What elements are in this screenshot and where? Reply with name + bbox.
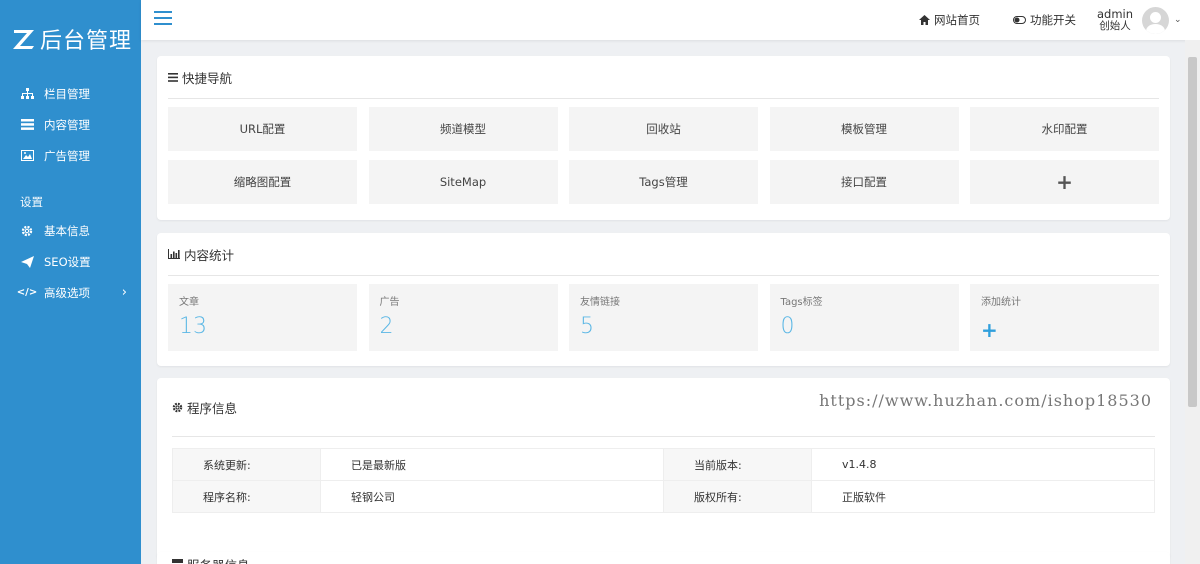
scrollbar[interactable] xyxy=(1185,40,1200,564)
stats-grid: 文章 13 广告 2 友情链接 5 Tags标签 0 添加统计 + xyxy=(168,284,1159,351)
sidebar-item-basic-info[interactable]: 基本信息 xyxy=(0,215,141,246)
plus-icon: + xyxy=(981,318,998,342)
quick-channel-model-button[interactable]: 频道模型 xyxy=(368,107,558,151)
stat-label: Tags标签 xyxy=(780,297,823,308)
server-info-title-label: 服务器信息 xyxy=(187,555,250,564)
toggle-icon xyxy=(1013,16,1026,24)
sidebar-item-content[interactable]: 内容管理 xyxy=(0,109,141,140)
stat-value: 13 xyxy=(179,314,207,339)
divider xyxy=(172,436,1155,437)
stat-label: 文章 xyxy=(179,297,199,308)
sidebar-item-label: 栏目管理 xyxy=(44,86,90,101)
stat-card-links[interactable]: 友情链接 5 xyxy=(569,284,758,351)
stats-panel: 内容统计 文章 13 广告 2 友情链接 5 Tags标签 0 添加统计 + xyxy=(157,233,1170,366)
quick-nav-title-label: 快捷导航 xyxy=(182,70,233,86)
quick-nav-grid: URL配置 频道模型 回收站 模板管理 水印配置 缩略图配置 SiteMap T… xyxy=(168,107,1159,204)
stat-label: 添加统计 xyxy=(981,297,1021,308)
user-menu[interactable]: admin 创始人 xyxy=(1097,8,1133,32)
stat-card-articles[interactable]: 文章 13 xyxy=(168,284,357,351)
server-info-panel: 服务器信息 xyxy=(157,552,1170,564)
stat-value: 2 xyxy=(379,314,394,339)
home-link-label: 网站首页 xyxy=(934,13,980,27)
sidebar-item-label: 内容管理 xyxy=(44,117,90,132)
menu-toggle-icon[interactable] xyxy=(154,11,172,25)
info-value: 正版软件 xyxy=(811,480,1155,513)
stat-value: 5 xyxy=(580,314,594,339)
quick-url-config-button[interactable]: URL配置 xyxy=(168,107,357,151)
bars-icon xyxy=(168,72,178,82)
quick-template-button[interactable]: 模板管理 xyxy=(769,107,959,151)
scrollbar-thumb[interactable] xyxy=(1188,57,1197,407)
bar-chart-icon xyxy=(168,249,180,259)
info-key: 系统更新: xyxy=(172,448,321,481)
table-row: 程序名称: 轻钢公司 版权所有: 正版软件 xyxy=(172,480,1155,513)
list-icon xyxy=(20,118,34,132)
stat-label: 友情链接 xyxy=(580,297,620,308)
sidebar-item-advanced[interactable]: </> 高级选项 › xyxy=(0,277,141,308)
avatar[interactable] xyxy=(1142,7,1169,34)
logo[interactable]: 后台管理 xyxy=(0,0,141,78)
gear-icon xyxy=(20,224,34,238)
home-link[interactable]: 网站首页 xyxy=(919,12,980,28)
stats-title: 内容统计 xyxy=(157,233,1159,275)
sidebar-item-label: 广告管理 xyxy=(44,148,90,163)
plus-icon: + xyxy=(1056,170,1073,194)
sidebar-item-label: SEO设置 xyxy=(44,254,91,269)
server-icon xyxy=(172,559,183,564)
quick-add-button[interactable]: + xyxy=(970,160,1159,204)
chevron-right-icon: › xyxy=(121,285,127,300)
program-info-table: 系统更新: 已是最新版 当前版本: v1.4.8 程序名称: 轻钢公司 版权所有… xyxy=(172,448,1155,513)
quick-watermark-button[interactable]: 水印配置 xyxy=(970,107,1159,151)
sidebar-item-label: 基本信息 xyxy=(44,223,90,238)
feature-toggle-label: 功能开关 xyxy=(1030,13,1076,27)
code-icon: </> xyxy=(16,287,38,298)
top-header: 网站首页 功能开关 admin 创始人 ⌄ xyxy=(141,0,1200,40)
info-key: 当前版本: xyxy=(663,448,812,481)
quick-api-config-button[interactable]: 接口配置 xyxy=(769,160,959,204)
quick-nav-panel: 快捷导航 URL配置 频道模型 回收站 模板管理 水印配置 缩略图配置 Site… xyxy=(157,56,1170,220)
table-row: 系统更新: 已是最新版 当前版本: v1.4.8 xyxy=(172,448,1155,481)
info-value: 轻钢公司 xyxy=(320,480,664,513)
stats-title-label: 内容统计 xyxy=(184,247,235,263)
stat-card-ads[interactable]: 广告 2 xyxy=(368,284,558,351)
quick-nav-title: 快捷导航 xyxy=(157,56,1159,98)
info-value: v1.4.8 xyxy=(811,448,1155,481)
logo-text: 后台管理 xyxy=(40,29,133,54)
stat-label: 广告 xyxy=(379,297,400,308)
stat-value: 0 xyxy=(780,314,795,339)
sidebar-item-label: 高级选项 xyxy=(44,285,90,300)
quick-sitemap-button[interactable]: SiteMap xyxy=(368,160,558,204)
stat-card-tags[interactable]: Tags标签 0 xyxy=(769,284,959,351)
feature-toggle-link[interactable]: 功能开关 xyxy=(1013,12,1076,28)
chevron-down-icon[interactable]: ⌄ xyxy=(1174,15,1182,25)
sidebar-section-settings: 设置 xyxy=(20,195,43,209)
gear-icon xyxy=(172,402,183,413)
info-value: 已是最新版 xyxy=(320,448,664,481)
info-key: 程序名称: xyxy=(172,480,321,513)
info-key: 版权所有: xyxy=(663,480,812,513)
program-info-title-label: 程序信息 xyxy=(187,400,238,416)
quick-recycle-bin-button[interactable]: 回收站 xyxy=(569,107,758,151)
user-name: admin xyxy=(1097,7,1134,21)
divider xyxy=(168,98,1159,99)
quick-thumbnail-button[interactable]: 缩略图配置 xyxy=(168,160,357,204)
sidebar-item-seo[interactable]: SEO设置 xyxy=(0,246,141,277)
sitemap-icon xyxy=(20,87,34,101)
paper-plane-icon xyxy=(20,255,34,269)
quick-tags-button[interactable]: Tags管理 xyxy=(569,160,758,204)
user-role: 创始人 xyxy=(1099,20,1131,32)
sidebar-item-columns[interactable]: 栏目管理 xyxy=(0,78,141,109)
sidebar-item-ads[interactable]: 广告管理 xyxy=(0,140,141,171)
image-icon xyxy=(20,149,34,163)
program-info-panel: 程序信息 https://www.huzhan.com/ishop18530 系… xyxy=(157,378,1170,558)
stat-card-add[interactable]: 添加统计 + xyxy=(970,284,1159,351)
sidebar: 后台管理 栏目管理 内容管理 广告管理 设置 基本信息 SEO设置 </> 高级… xyxy=(0,0,141,564)
divider xyxy=(168,275,1159,276)
watermark-text: https://www.huzhan.com/ishop18530 xyxy=(819,391,1152,410)
home-icon xyxy=(919,15,930,25)
logo-z-icon xyxy=(13,30,34,49)
server-info-title: 服务器信息 xyxy=(157,552,1159,564)
